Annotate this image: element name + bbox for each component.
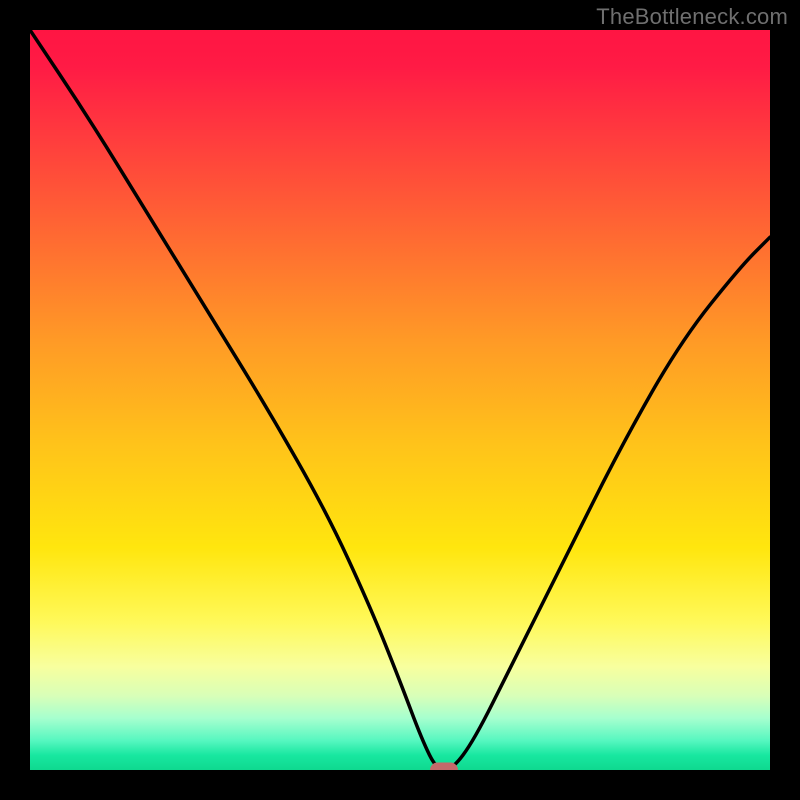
optimal-point-marker — [430, 763, 458, 771]
chart-frame: TheBottleneck.com — [0, 0, 800, 800]
bottleneck-curve — [30, 30, 770, 770]
plot-area — [30, 30, 770, 770]
attribution-text: TheBottleneck.com — [596, 4, 788, 30]
